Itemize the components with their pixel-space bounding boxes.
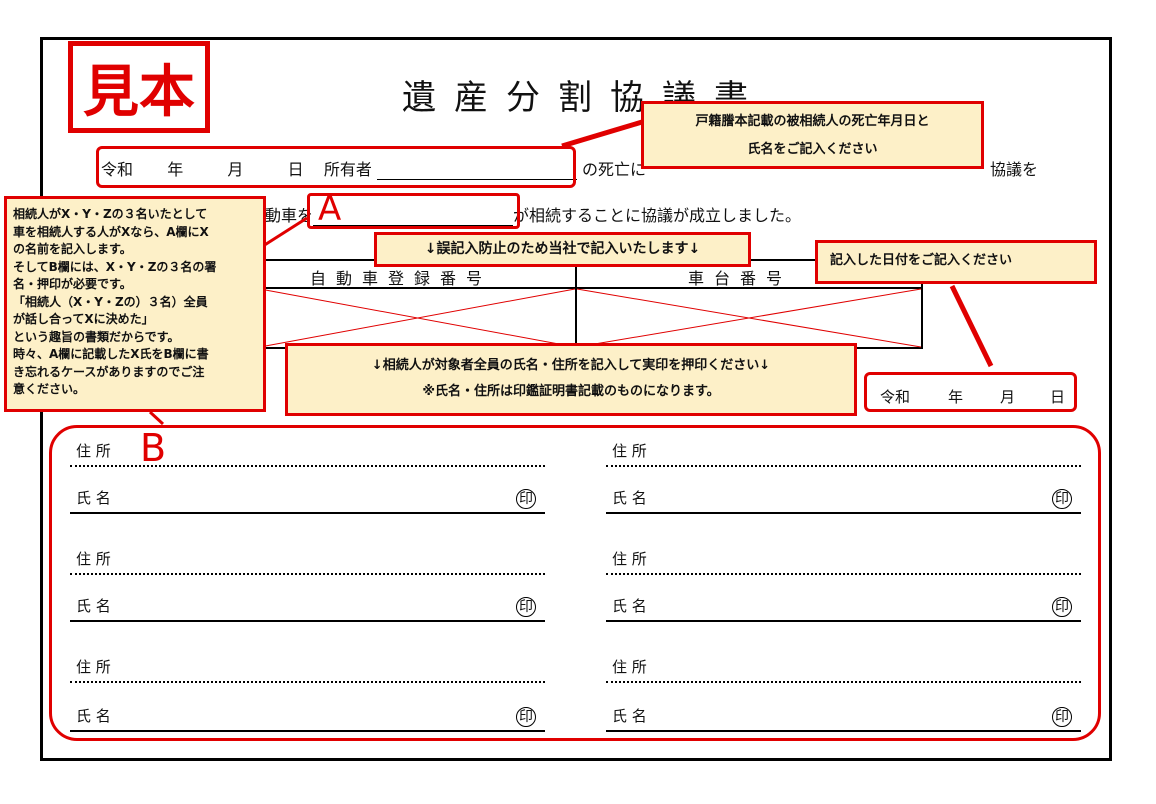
note-company-fill: ↓誤記入防止のため当社で記入いたします↓: [374, 232, 751, 267]
seal-mark-5: 印: [516, 707, 536, 727]
seal-mark-4: 印: [1052, 597, 1072, 617]
seal-mark-1: 印: [516, 489, 536, 509]
name-field-5[interactable]: 氏 名: [70, 705, 545, 732]
name-label: 氏 名: [612, 707, 647, 725]
note-deceased-line-2: 氏名をご記入ください: [747, 142, 878, 157]
name-label: 氏 名: [76, 597, 111, 615]
date-year-label: 年: [948, 388, 964, 406]
address-label: 住 所: [76, 442, 111, 460]
note-deceased-line-1: 戸籍謄本記載の被相続人の死亡年月日と: [695, 114, 930, 129]
note-explanation-line-2: 車を相続人する人がXなら、A欄にX: [13, 224, 209, 239]
address-label: 住 所: [76, 658, 111, 676]
note-signature-line-2: ※氏名・住所は印鑑証明書記載のものになります。: [422, 384, 720, 399]
name-field-3[interactable]: 氏 名: [70, 595, 545, 622]
name-field-2[interactable]: 氏 名: [606, 487, 1081, 514]
note-explanation-line-5: 名・押印が必要です。: [13, 277, 132, 291]
seal-mark-6: 印: [1052, 707, 1072, 727]
address-label: 住 所: [612, 442, 647, 460]
name-label: 氏 名: [612, 489, 647, 507]
date-day-label: 日: [1050, 388, 1066, 406]
note-explanation-line-7: が話し合ってXに決めた」: [13, 312, 154, 326]
seal-mark-3: 印: [516, 597, 536, 617]
date-era-label: 令和: [880, 388, 911, 406]
note-explanation-line-8: という趣旨の書類だからです。: [13, 329, 180, 344]
address-field-5[interactable]: 住 所: [70, 656, 545, 683]
address-field-3[interactable]: 住 所: [70, 548, 545, 575]
address-field-1[interactable]: 住 所: [70, 440, 545, 467]
note-explanation-line-10: き忘れるケースがありますのでご注: [13, 364, 205, 379]
address-label: 住 所: [612, 658, 647, 676]
note-explanation-line-3: の名前を記入します。: [13, 242, 132, 256]
note-signature-instruction: ↓相続人が対象者全員の氏名・住所を記入して実印を押印ください↓ ※氏名・住所は印…: [285, 343, 857, 416]
note-explanation-line-4: そしてB欄には、X・Y・Zの３名の署: [13, 259, 217, 274]
note-explanation-line-11: 意ください。: [13, 382, 86, 396]
note-explanation: 相続人がX・Y・Zの３名いたとして 車を相続人する人がXなら、A欄にX の名前を…: [4, 196, 266, 412]
date-month-label: 月: [1000, 388, 1016, 406]
address-field-6[interactable]: 住 所: [606, 656, 1081, 683]
name-field-1[interactable]: 氏 名: [70, 487, 545, 514]
registration-number-cell[interactable]: [260, 289, 575, 347]
chassis-number-cell[interactable]: [577, 289, 921, 347]
address-field-2[interactable]: 住 所: [606, 440, 1081, 467]
name-label: 氏 名: [612, 597, 647, 615]
address-label: 住 所: [76, 550, 111, 568]
note-explanation-line-1: 相続人がX・Y・Zの３名いたとして: [13, 207, 208, 221]
note-deceased-info: 戸籍謄本記載の被相続人の死亡年月日と 氏名をご記入ください: [641, 101, 984, 169]
name-label: 氏 名: [76, 489, 111, 507]
name-field-6[interactable]: 氏 名: [606, 705, 1081, 732]
note-explanation-line-6: 「相続人（X・Y・Zの）３名）全員: [13, 294, 208, 309]
note-date-instruction: 記入した日付をご記入ください: [815, 240, 1097, 284]
note-signature-line-1: ↓相続人が対象者全員の氏名・住所を記入して実印を押印ください↓: [371, 358, 771, 373]
seal-mark-2: 印: [1052, 489, 1072, 509]
name-field-4[interactable]: 氏 名: [606, 595, 1081, 622]
address-field-4[interactable]: 住 所: [606, 548, 1081, 575]
address-label: 住 所: [612, 550, 647, 568]
name-label: 氏 名: [76, 707, 111, 725]
note-explanation-line-9: 時々、A欄に記載したX氏をB欄に書: [13, 347, 209, 361]
signature-area-b: [49, 425, 1101, 741]
